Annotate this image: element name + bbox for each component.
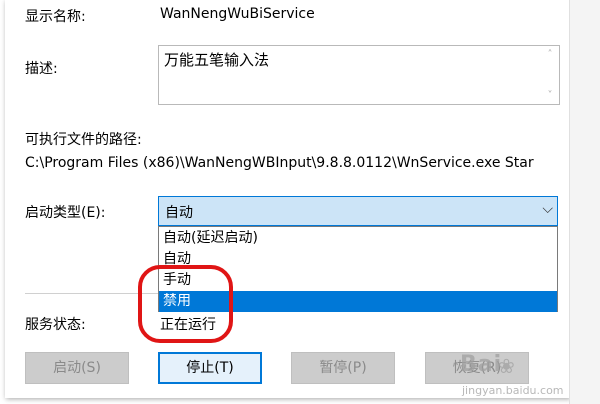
chevron-up-icon[interactable]: ˄ — [548, 49, 553, 60]
chevron-down-icon[interactable]: ⌵ — [542, 201, 553, 217]
description-text: 万能五笔输入法 — [164, 51, 270, 69]
watermark-logo-text: Bai — [460, 352, 503, 377]
startup-type-selected: 自动 — [165, 205, 193, 221]
description-label: 描述: — [25, 61, 58, 77]
exe-path-value: C:\Program Files (x86)\WanNengWBInput\9.… — [25, 155, 534, 171]
startup-type-label: 启动类型(E): — [25, 205, 106, 221]
pause-button[interactable]: 暂停(P) — [291, 352, 395, 384]
watermark-url: jingyan.baidu.com — [462, 384, 564, 397]
display-name-label: 显示名称: — [25, 9, 86, 25]
service-status-label: 服务状态: — [25, 317, 86, 333]
background-scrollbar — [569, 0, 600, 404]
startup-type-combobox[interactable]: 自动 ⌵ — [158, 196, 558, 226]
baidu-watermark: Bai ❀ jingyan.baidu.com — [460, 352, 570, 402]
start-button[interactable]: 启动(S) — [25, 352, 129, 384]
paw-icon: ❀ — [498, 354, 515, 378]
exe-path-label: 可执行文件的路径: — [25, 132, 142, 148]
description-textbox[interactable]: 万能五笔输入法 ˄ ˅ — [158, 45, 560, 105]
description-scrollbar[interactable]: ˄ ˅ — [541, 46, 559, 104]
chevron-down-icon[interactable]: ˅ — [548, 90, 553, 101]
startup-option-auto-delayed[interactable]: 自动(延迟启动) — [159, 228, 557, 249]
display-name-value: WanNengWuBiService — [160, 6, 315, 22]
red-highlight-annotation — [138, 265, 233, 343]
service-properties-dialog: 显示名称: WanNengWuBiService 描述: 万能五笔输入法 ˄ ˅… — [5, 0, 570, 398]
stop-button[interactable]: 停止(T) — [158, 352, 262, 384]
